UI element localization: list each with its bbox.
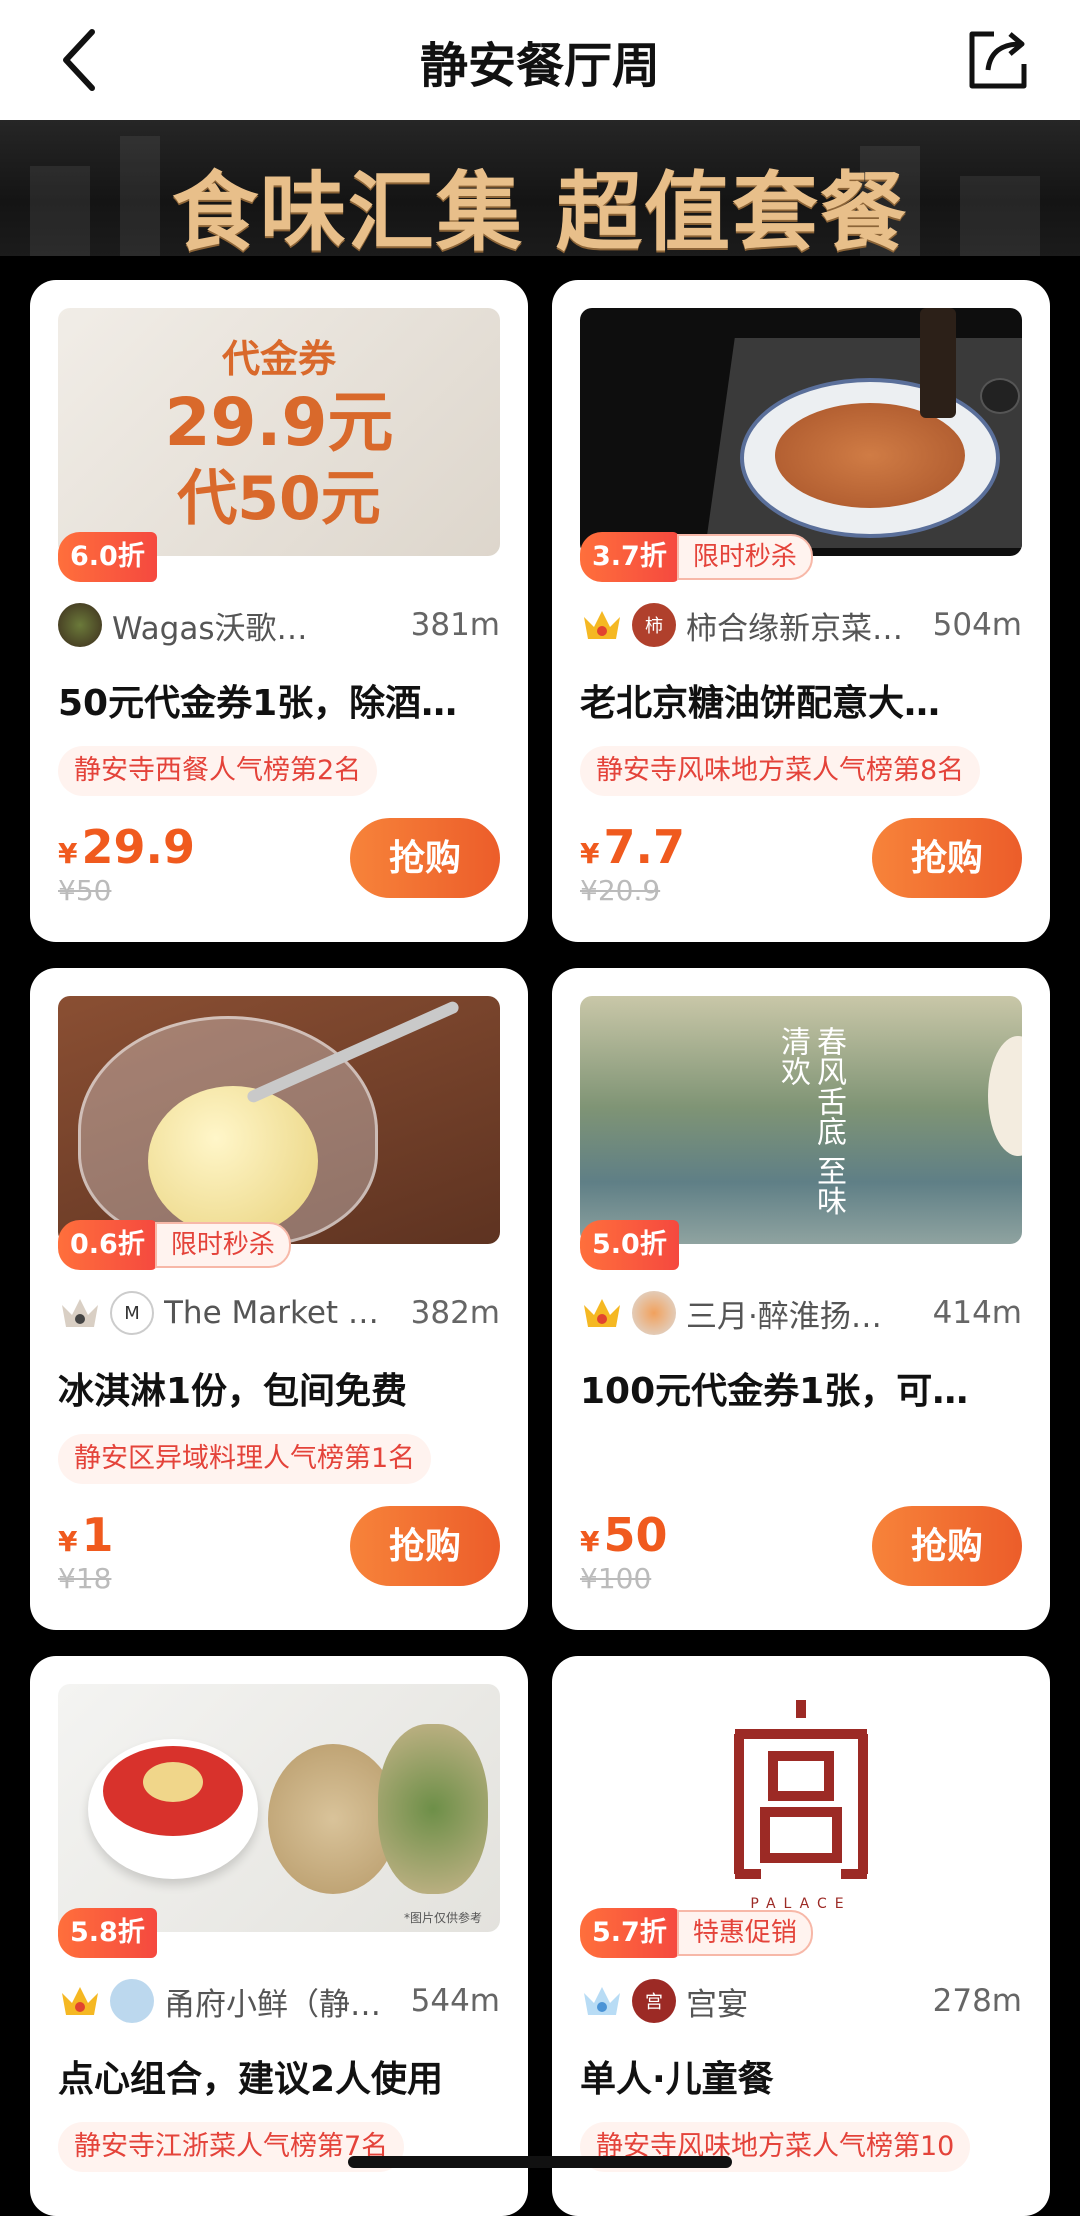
discount-badge: 6.0折 xyxy=(58,532,157,582)
deal-image: 春风舌底 至味清欢 xyxy=(580,996,1022,1244)
price: ¥50 xyxy=(580,1508,668,1562)
deal-card[interactable]: 春风舌底 至味清欢 5.0折 三月·醉淮扬… 414m 100元代金券1张，可…… xyxy=(552,968,1050,1630)
shop-logo: 柿 xyxy=(632,603,676,647)
voucher-value: 代50元 xyxy=(177,464,381,534)
buy-button[interactable]: 抢购 xyxy=(350,1506,500,1586)
voucher-price: 29.9元 xyxy=(164,384,394,461)
buy-button[interactable]: 抢购 xyxy=(350,818,500,898)
shop-name: Wagas沃歌… xyxy=(112,610,308,647)
deal-title: 冰淇淋1份，包间免费 xyxy=(58,1371,408,1412)
shop-distance: 381m xyxy=(410,607,500,643)
deal-title: 单人·儿童餐 xyxy=(580,2059,774,2100)
discount-label: 5.7折 xyxy=(580,1908,679,1958)
price: ¥29.9 xyxy=(58,820,195,874)
deal-image: *图片仅供参考 xyxy=(58,1684,500,1932)
share-button[interactable] xyxy=(964,26,1032,94)
deal-title: 老北京糖油饼配意大… xyxy=(580,683,941,724)
discount-badge: 0.6折 限时秒杀 xyxy=(58,1220,291,1270)
promo-label: 特惠促销 xyxy=(676,1910,813,1956)
deal-image xyxy=(580,308,1022,556)
shop-name: 甬府小鲜（静… xyxy=(164,1986,381,2023)
buy-button[interactable]: 抢购 xyxy=(872,1506,1022,1586)
shop-logo xyxy=(110,1979,154,2023)
shop-row: Wagas沃歌… 381m xyxy=(58,602,500,648)
discount-badge: 3.7折 限时秒杀 xyxy=(580,532,813,582)
deal-card[interactable]: *图片仅供参考 5.8折 甬府小鲜（静… 544m 点心组合，建议2人使用 静安… xyxy=(30,1656,528,2216)
shop-row: 甬府小鲜（静… 544m xyxy=(58,1978,500,2024)
banner-text: 食味汇集 超值套餐 xyxy=(172,163,908,256)
discount-label: 0.6折 xyxy=(58,1220,157,1270)
discount-label: 6.0折 xyxy=(58,532,157,582)
discount-badge: 5.8折 xyxy=(58,1908,157,1958)
shop-distance: 278m xyxy=(932,1983,1022,2019)
shop-row: 柿 柿合缘新京菜… 504m xyxy=(580,602,1022,648)
original-price: ¥20.9 xyxy=(580,874,661,907)
share-icon xyxy=(969,31,1027,89)
shop-logo: M xyxy=(110,1291,154,1335)
shop-logo xyxy=(632,1291,676,1335)
image-note: *图片仅供参考 xyxy=(403,1911,482,1925)
deal-title: 50元代金券1张，除酒… xyxy=(58,683,458,724)
shop-distance: 382m xyxy=(410,1295,500,1331)
shop-distance: 544m xyxy=(410,1983,500,2019)
shop-name: The Market … xyxy=(164,1295,379,1331)
discount-badge: 5.7折 特惠促销 xyxy=(580,1908,813,1958)
original-price: ¥100 xyxy=(580,1562,652,1595)
page-title: 静安餐厅周 xyxy=(419,38,660,94)
shop-row: 宫 宫宴 278m xyxy=(580,1978,1022,2024)
promo-label: 限时秒杀 xyxy=(676,534,813,580)
shop-row: M The Market … 382m xyxy=(58,1290,500,1336)
voucher-title: 代金券 xyxy=(221,337,336,381)
deal-card[interactable]: 代金券 29.9元 代50元 6.0折 Wagas沃歌… 381m 50元代金券… xyxy=(30,280,528,942)
shop-row: 三月·醉淮扬… 414m xyxy=(580,1290,1022,1336)
crown-icon xyxy=(584,1987,620,2015)
shop-logo xyxy=(58,603,102,647)
buy-button[interactable]: 抢购 xyxy=(872,818,1022,898)
deal-title: 点心组合，建议2人使用 xyxy=(58,2059,444,2100)
shop-distance: 504m xyxy=(932,607,1022,643)
image-poem: 春风舌底 至味清欢 xyxy=(775,1026,846,1216)
promo-label: 限时秒杀 xyxy=(154,1222,291,1268)
shop-name: 三月·醉淮扬… xyxy=(686,1298,882,1335)
shop-name: 柿合缘新京菜… xyxy=(686,610,903,647)
shop-logo: 宫 xyxy=(632,1979,676,2023)
crown-icon xyxy=(584,611,620,639)
deal-image xyxy=(58,996,500,1244)
top-bar: 静安餐厅周 xyxy=(0,0,1080,120)
rank-tag[interactable]: 静安寺风味地方菜人气榜第8名 xyxy=(580,746,981,796)
crown-icon xyxy=(584,1299,620,1327)
crown-icon xyxy=(62,1299,98,1327)
deal-card[interactable]: 3.7折 限时秒杀 柿 柿合缘新京菜… 504m 老北京糖油饼配意大… 静安寺风… xyxy=(552,280,1050,942)
shop-name: 宫宴 xyxy=(686,1986,748,2023)
home-indicator[interactable] xyxy=(348,2156,732,2168)
price: ¥1 xyxy=(58,1508,114,1562)
original-price: ¥18 xyxy=(58,1562,112,1595)
deal-image: 代金券 29.9元 代50元 xyxy=(58,308,500,556)
discount-label: 5.0折 xyxy=(580,1220,679,1270)
deal-card[interactable]: PALACE 5.7折 特惠促销 宫 宫宴 278m 单人·儿童餐 静安寺风味地… xyxy=(552,1656,1050,2216)
promo-banner: 食味汇集 超值套餐 xyxy=(0,120,1080,256)
deal-image: PALACE xyxy=(580,1684,1022,1932)
price: ¥7.7 xyxy=(580,820,685,874)
shop-distance: 414m xyxy=(932,1295,1022,1331)
discount-badge: 5.0折 xyxy=(580,1220,679,1270)
discount-label: 5.8折 xyxy=(58,1908,157,1958)
rank-tag[interactable]: 静安区异域料理人气榜第1名 xyxy=(58,1434,432,1484)
deal-card[interactable]: 0.6折 限时秒杀 M The Market … 382m 冰淇淋1份，包间免费… xyxy=(30,968,528,1630)
palace-logo xyxy=(734,1700,868,1879)
crown-icon xyxy=(62,1987,98,2015)
rank-tag[interactable]: 静安寺西餐人气榜第2名 xyxy=(58,746,378,796)
discount-label: 3.7折 xyxy=(580,532,679,582)
original-price: ¥50 xyxy=(58,874,112,907)
deal-title: 100元代金券1张，可… xyxy=(580,1371,969,1412)
